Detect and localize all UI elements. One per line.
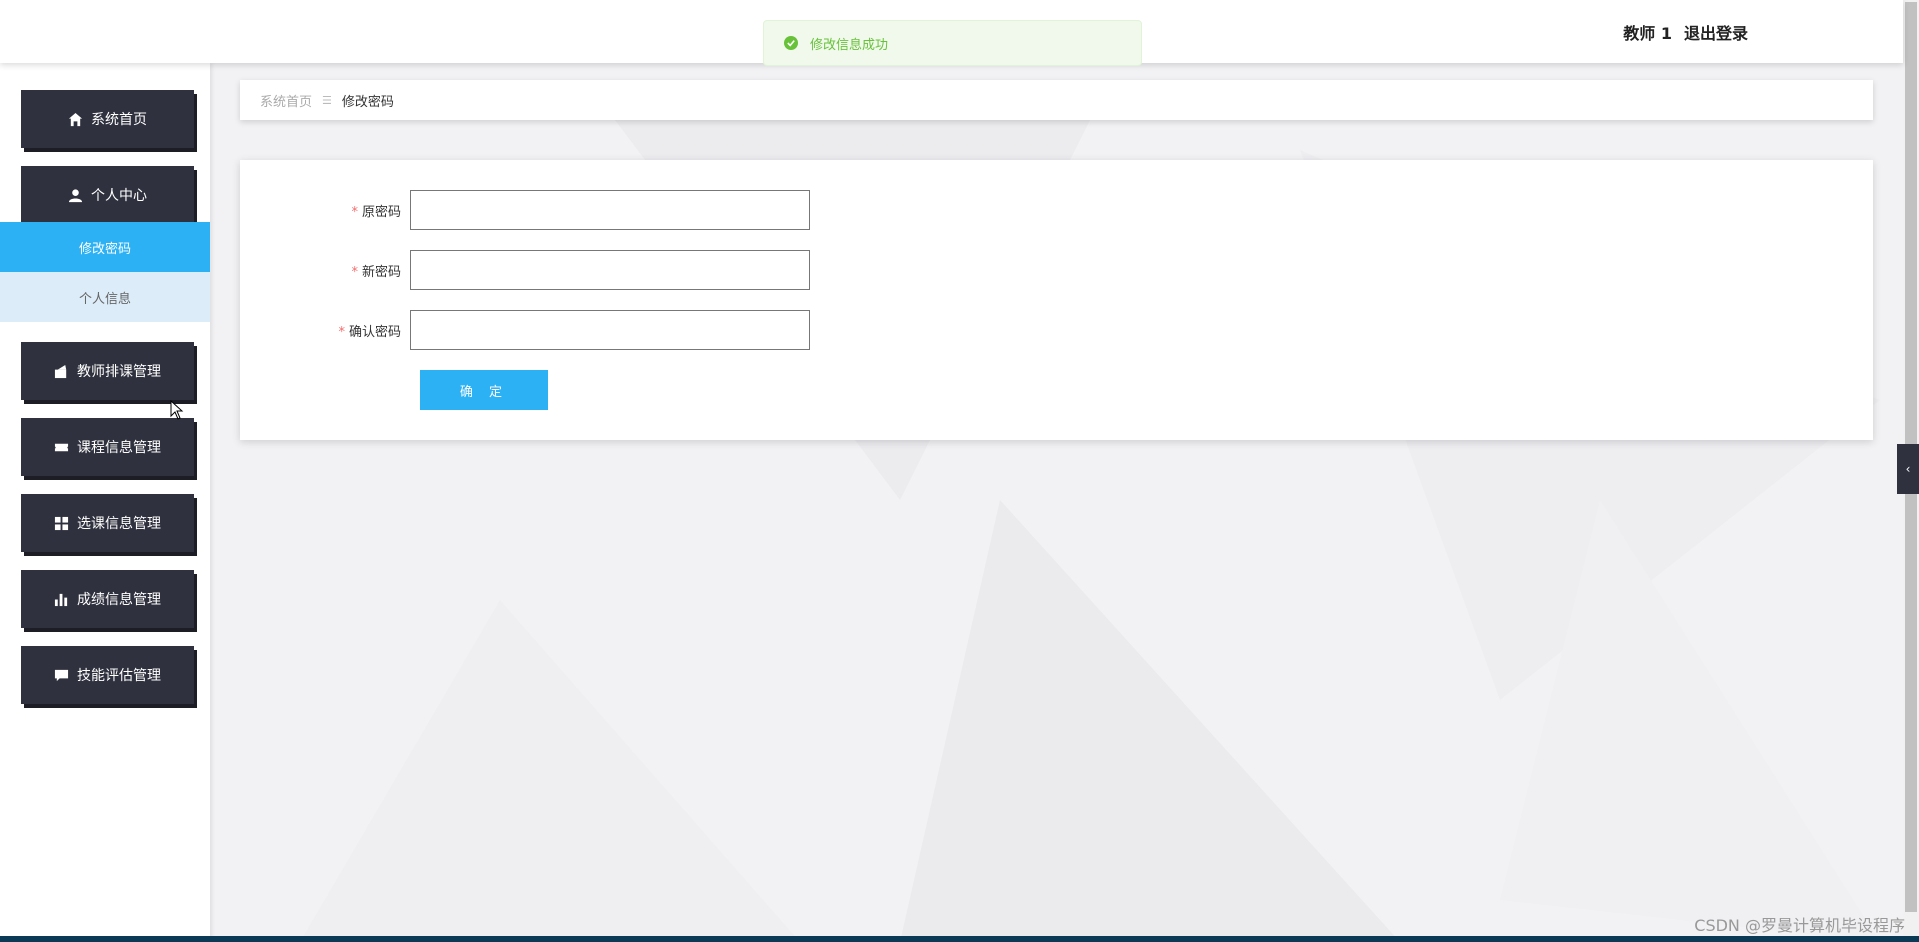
new-password-label: * 新密码 bbox=[351, 264, 401, 280]
sidebar-item-teacher-schedule[interactable]: 教师排课管理 bbox=[21, 342, 194, 400]
home-icon bbox=[68, 112, 83, 126]
sidebar-item-course-info[interactable]: 课程信息管理 bbox=[21, 418, 194, 476]
toast-message: 修改信息成功 bbox=[810, 37, 889, 53]
old-password-label: * 原密码 bbox=[351, 204, 401, 220]
check-circle-icon bbox=[784, 36, 798, 50]
success-toast: 修改信息成功 bbox=[763, 20, 1142, 66]
sidebar-item-grade-info[interactable]: 成绩信息管理 bbox=[21, 570, 194, 628]
breadcrumb-separator-icon: ☰ bbox=[322, 93, 332, 107]
required-mark: * bbox=[338, 324, 345, 340]
sidebar-item-label: 课程信息管理 bbox=[77, 440, 161, 456]
user-icon bbox=[68, 188, 83, 202]
sidebar-item-label: 教师排课管理 bbox=[77, 364, 161, 380]
breadcrumb: 系统首页 ☰ 修改密码 bbox=[240, 80, 1873, 120]
grid-icon bbox=[54, 516, 69, 530]
confirm-button[interactable]: 确 定 bbox=[420, 370, 548, 410]
sidebar-subitem-change-password[interactable]: 修改密码 bbox=[0, 222, 210, 272]
ticket-icon bbox=[54, 443, 69, 451]
user-area: 教师 1 退出登录 bbox=[1623, 20, 1748, 44]
form-row-confirm-password: * 确认密码 bbox=[240, 310, 810, 350]
sidebar-item-course-selection[interactable]: 选课信息管理 bbox=[21, 494, 194, 552]
bottom-progress-bar bbox=[0, 936, 1919, 942]
new-password-input[interactable] bbox=[410, 250, 810, 290]
sidebar-item-label: 技能评估管理 bbox=[77, 668, 161, 684]
change-password-form: * 原密码 * 新密码 * 确认密码 确 定 bbox=[240, 160, 1873, 440]
confirm-password-label: * 确认密码 bbox=[338, 324, 401, 340]
sidebar-item-label: 成绩信息管理 bbox=[77, 592, 161, 608]
mouse-cursor-icon bbox=[170, 400, 184, 420]
sidebar-item-label: 系统首页 bbox=[91, 112, 147, 128]
required-mark: * bbox=[351, 264, 358, 280]
sidebar-item-label: 选课信息管理 bbox=[77, 516, 161, 532]
sidebar-subitem-label: 个人信息 bbox=[78, 291, 131, 307]
sidebar-item-skill-assessment[interactable]: 技能评估管理 bbox=[21, 646, 194, 704]
sidebar-subitem-label: 修改密码 bbox=[78, 241, 131, 257]
form-row-old-password: * 原密码 bbox=[240, 190, 810, 230]
old-password-input[interactable] bbox=[410, 190, 810, 230]
breadcrumb-current: 修改密码 bbox=[341, 94, 394, 110]
chevron-left-icon: ‹ bbox=[1905, 462, 1911, 476]
chat-icon bbox=[54, 669, 69, 681]
logout-link[interactable]: 退出登录 bbox=[1684, 20, 1748, 44]
background-pattern bbox=[300, 100, 1880, 942]
wallet-icon bbox=[54, 364, 67, 378]
sidebar-subitem-personal-info[interactable]: 个人信息 bbox=[0, 272, 210, 322]
form-row-new-password: * 新密码 bbox=[240, 250, 810, 290]
breadcrumb-home[interactable]: 系统首页 bbox=[260, 91, 312, 110]
required-mark: * bbox=[351, 204, 358, 220]
confirm-password-input[interactable] bbox=[410, 310, 810, 350]
sidebar-item-home[interactable]: 系统首页 bbox=[21, 90, 194, 148]
watermark: CSDN @罗曼计算机毕设程序 bbox=[1694, 916, 1905, 935]
sidebar-item-label: 个人中心 bbox=[91, 188, 147, 204]
sidebar-item-personal-center[interactable]: 个人中心 bbox=[21, 166, 194, 224]
bar-chart-icon bbox=[54, 593, 68, 606]
username-label: 教师 1 bbox=[1623, 24, 1672, 43]
collapse-toggle[interactable]: ‹ bbox=[1897, 444, 1919, 494]
